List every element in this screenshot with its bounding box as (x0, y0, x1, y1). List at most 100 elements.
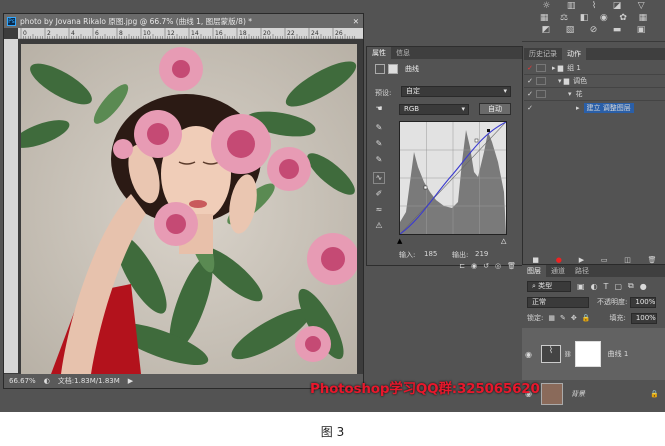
ruler-label: 24 (311, 30, 319, 37)
status-icon[interactable]: ◐ (44, 377, 50, 385)
balance-icon[interactable]: ⚖ (560, 13, 568, 23)
mixer-icon[interactable]: ✿ (619, 13, 627, 23)
zoom-readout[interactable]: 66.67% (9, 377, 36, 385)
toggle-filter-icon[interactable]: ● (640, 282, 647, 291)
mask-icon[interactable] (388, 64, 398, 74)
hue-icon[interactable]: ▦ (540, 13, 549, 23)
reset-icon[interactable]: ↺ (483, 262, 489, 272)
ruler-label: 14 (191, 30, 199, 37)
type-filter-icon[interactable]: T (604, 282, 609, 291)
curves-icon[interactable]: ⌇ (592, 1, 596, 11)
eyedropper-white-icon[interactable]: ✎ (373, 155, 385, 167)
list-item[interactable]: ✓ ▾ 花 (524, 88, 665, 101)
tab-history[interactable]: 历史记录 (524, 48, 562, 60)
layer-row-background[interactable]: ◉ 背景 🔒 (522, 380, 665, 407)
layer-row-curves[interactable]: ◉ ⌇ ⛓ 曲线 1 (522, 328, 665, 380)
channel-select[interactable]: RGB ▾ (399, 104, 469, 115)
adjustments-row-2: ▦ ⚖ ◧ ◉ ✿ ▦ (522, 12, 665, 24)
output-value[interactable]: 219 (475, 250, 488, 258)
triangle-icon[interactable]: ▽ (638, 1, 645, 11)
input-value[interactable]: 185 (424, 250, 437, 258)
list-item[interactable]: ✓ ▸ ▆ 组 1 (524, 62, 665, 75)
delete-icon[interactable]: 🗑 (507, 262, 516, 272)
invert-icon[interactable]: ◩ (542, 25, 551, 35)
document-title-bar[interactable]: Ps photo by Jovana Rikalo 原图.jpg @ 66.7%… (4, 14, 363, 28)
adjustment-filter-icon[interactable]: ◐ (591, 282, 598, 291)
selective-color-icon[interactable]: ▣ (637, 25, 646, 35)
clip-to-layer-icon[interactable]: ⊏ (459, 262, 465, 272)
blend-mode-select[interactable]: 正常 (527, 296, 589, 308)
fill-field[interactable]: 100% (630, 312, 657, 324)
document-window: Ps photo by Jovana Rikalo 原图.jpg @ 66.7%… (3, 13, 365, 389)
bw-icon[interactable]: ◧ (580, 13, 589, 23)
close-icon[interactable]: ✕ (353, 17, 359, 26)
posterize-icon[interactable]: ▧ (566, 25, 575, 35)
lock-paint-icon[interactable]: ✎ (560, 314, 566, 322)
filter-select[interactable]: ⌕ 类型 (527, 280, 571, 292)
tab-properties[interactable]: 属性 (367, 47, 391, 59)
layer-name[interactable]: 背景 (571, 389, 585, 399)
curves-layer-icon: ⌇ (541, 345, 561, 363)
curves-graph[interactable] (399, 121, 507, 235)
image-canvas[interactable] (21, 44, 357, 374)
actions-list: ✓ ▸ ▆ 组 1 ✓ ▾ ▆ 调色 ✓ ▾ 花 ✓ ▸ 建立 调整图层 (524, 62, 665, 114)
shape-filter-icon[interactable]: ▢ (614, 282, 622, 291)
auto-button[interactable]: 自动 (479, 103, 511, 115)
black-point-slider-icon[interactable]: ▲ (397, 237, 402, 245)
ruler-label: 4 (71, 30, 75, 37)
tab-layers[interactable]: 图层 (522, 265, 546, 277)
tab-paths[interactable]: 路径 (570, 265, 594, 277)
tab-actions[interactable]: 动作 (562, 48, 586, 60)
camera-icon[interactable]: ◉ (600, 13, 608, 23)
view-previous-icon[interactable]: ◉ (471, 262, 477, 272)
preset-label: 预设: (375, 89, 392, 97)
panel-title: 曲线 (405, 65, 419, 73)
tab-channels[interactable]: 通道 (546, 265, 570, 277)
status-arrow-icon[interactable]: ▶ (128, 377, 133, 385)
smooth-icon[interactable]: ≈ (373, 205, 385, 217)
brightness-icon[interactable]: ☼ (542, 1, 550, 11)
curve-edit-icon[interactable]: ∿ (373, 172, 385, 184)
eyedropper-black-icon[interactable]: ✎ (373, 123, 385, 135)
visibility-eye-icon[interactable]: ◉ (525, 350, 535, 359)
layer-name[interactable]: 曲线 1 (608, 349, 629, 359)
chevron-down-icon: ▾ (503, 87, 507, 95)
exposure-icon[interactable]: ◪ (613, 1, 622, 11)
gradient-map-icon[interactable]: ▬ (613, 25, 622, 35)
opacity-field[interactable]: 100% (630, 296, 657, 308)
hand-adjust-icon[interactable]: ☚ (373, 104, 385, 116)
lock-pixels-icon[interactable]: ▦ (548, 314, 555, 322)
white-point-slider-icon[interactable]: △ (501, 237, 506, 245)
lock-all-icon[interactable]: 🔒 (582, 314, 591, 322)
ruler-label: 8 (119, 30, 123, 37)
tab-info[interactable]: 信息 (391, 47, 415, 59)
grid-icon[interactable]: ▦ (639, 13, 648, 23)
adjustments-row-3: ◩ ▧ ⊘ ▬ ▣ (522, 24, 665, 36)
link-icon: ⛓ (564, 350, 572, 358)
search-icon: ⌕ (532, 281, 536, 290)
clipping-warning-icon[interactable]: ⚠ (373, 221, 385, 233)
pixel-filter-icon[interactable]: ▣ (577, 282, 585, 291)
eyedropper-gray-icon[interactable]: ✎ (373, 139, 385, 151)
levels-icon[interactable]: ▥ (567, 1, 576, 11)
layers-panel: 图层 通道 路径 ⌕ 类型 ▣ ◐ T ▢ ⧉ ● 正常 不透明度: 100% … (522, 264, 665, 412)
adjustments-row-1: ☼ ▥ ⌇ ◪ ▽ (522, 0, 665, 12)
properties-panel: 属性 信息 曲线 预设: 自定 ▾ ☚ RGB ▾ 自动 ✎ ✎ ✎ ∿ ✐ ≈ (366, 46, 523, 270)
ruler-label: 20 (263, 30, 271, 37)
layer-mask-thumbnail[interactable] (574, 341, 601, 367)
lock-icon: 🔒 (650, 389, 659, 398)
lock-move-icon[interactable]: ✥ (571, 314, 577, 322)
smart-filter-icon[interactable]: ⧉ (628, 281, 634, 291)
list-item[interactable]: ✓ ▾ ▆ 调色 (524, 75, 665, 88)
fill-label: 填充: (609, 314, 626, 322)
doc-size-readout: 文档:1.83M/1.83M (57, 377, 120, 385)
ruler-label: 16 (215, 30, 223, 37)
threshold-icon[interactable]: ⊘ (590, 25, 598, 35)
visibility-icon[interactable]: ◎ (495, 262, 501, 272)
pencil-icon[interactable]: ✐ (373, 189, 385, 201)
list-item[interactable]: ✓ ▸ 建立 调整图层 (524, 101, 665, 114)
curves-histogram (399, 121, 507, 235)
preset-select[interactable]: 自定 ▾ (401, 86, 511, 97)
figure-caption: 图 3 (320, 425, 345, 439)
channel-value: RGB (404, 105, 420, 113)
